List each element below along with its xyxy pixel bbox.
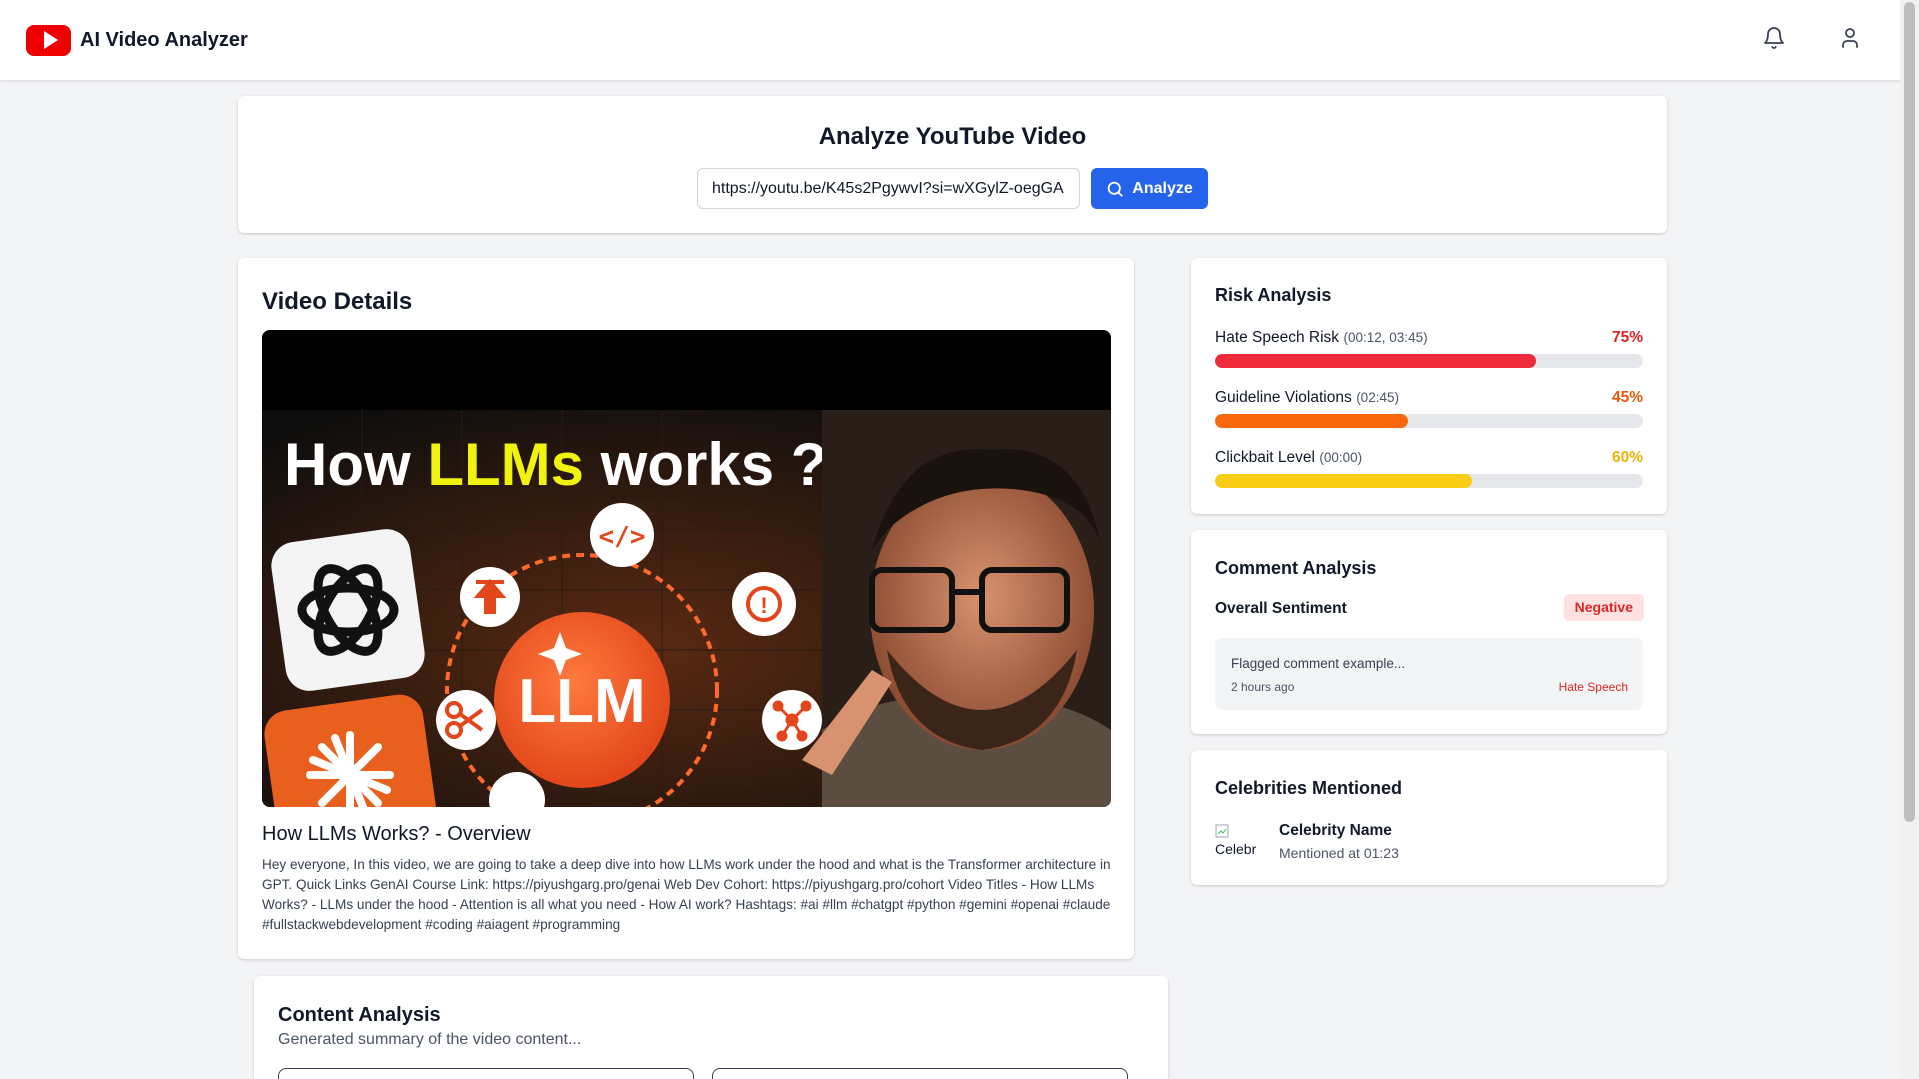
content-analysis-card: Content Analysis Generated summary of th… — [254, 976, 1168, 1079]
flagged-comment-time: 2 hours ago — [1231, 680, 1295, 694]
bell-icon[interactable] — [1762, 26, 1786, 50]
app-title: AI Video Analyzer — [80, 28, 248, 51]
svg-text:</>: </> — [599, 522, 646, 552]
search-icon — [1107, 181, 1123, 197]
svg-text:!: ! — [760, 593, 767, 618]
risk-percent: 60% — [1611, 449, 1643, 466]
risk-bar — [1215, 354, 1643, 368]
top-navbar: AI Video Analyzer — [0, 0, 1900, 80]
celebrity-mention-time: Mentioned at 01:23 — [1279, 845, 1399, 861]
risk-percent: 45% — [1611, 389, 1643, 406]
celebrities-card: Celebrities Mentioned Celebr Celebrity N… — [1191, 750, 1667, 885]
svg-text:LLM: LLM — [518, 667, 645, 736]
flagged-comment[interactable]: Flagged comment example... 2 hours ago H… — [1215, 638, 1643, 710]
video-title: How LLMs Works? - Overview — [262, 823, 531, 845]
thumbnail-art: How LLMs works ? LLM </> ! — [262, 330, 1111, 807]
risk-item: Clickbait Level (00:00) 60% — [1215, 449, 1643, 488]
risk-bar-fill — [1215, 414, 1408, 428]
flagged-comment-tag: Hate Speech — [1558, 680, 1628, 694]
sentiment-label: Overall Sentiment — [1215, 600, 1347, 617]
content-analysis-box — [278, 1068, 694, 1079]
risk-timestamps: (00:00) — [1319, 450, 1363, 465]
risk-bar-fill — [1215, 354, 1536, 368]
risk-bar-fill — [1215, 474, 1472, 488]
avatar: Celebr — [1215, 824, 1263, 872]
content-analysis-box — [712, 1068, 1128, 1079]
risk-bar — [1215, 414, 1643, 428]
video-details-card: Video Details How LLMs works ? LLM </> !… — [238, 258, 1134, 959]
scrollbar-thumb[interactable] — [1904, 2, 1915, 822]
content-analysis-title: Content Analysis — [278, 1004, 441, 1026]
svg-text:How LLMs works ?: How LLMs works ? — [284, 431, 827, 498]
risk-timestamps: (00:12, 03:45) — [1343, 330, 1428, 345]
risk-percent: 75% — [1611, 329, 1643, 346]
broken-image-icon — [1215, 824, 1229, 838]
risk-label: Guideline Violations — [1215, 389, 1352, 406]
risk-item: Hate Speech Risk (00:12, 03:45) 75% — [1215, 329, 1643, 368]
risk-analysis-title: Risk Analysis — [1215, 285, 1332, 305]
video-description: Hey everyone, In this video, we are goin… — [262, 857, 1111, 932]
flagged-comment-text: Flagged comment example... — [1231, 656, 1406, 671]
page-scrollbar[interactable] — [1900, 0, 1919, 1079]
content-analysis-subtitle: Generated summary of the video content..… — [278, 1031, 582, 1048]
celebrities-title: Celebrities Mentioned — [1215, 778, 1403, 798]
celebrity-name: Celebrity Name — [1279, 822, 1392, 839]
analyze-title: Analyze YouTube Video — [818, 123, 1087, 150]
comment-analysis-card: Comment Analysis Overall Sentiment Negat… — [1191, 530, 1667, 734]
risk-label: Clickbait Level — [1215, 449, 1315, 466]
analyze-button-label: Analyze — [1132, 179, 1193, 197]
risk-label: Hate Speech Risk — [1215, 329, 1340, 346]
video-details-title: Video Details — [262, 288, 413, 315]
risk-analysis-card: Risk Analysis Hate Speech Risk (00:12, 0… — [1191, 258, 1667, 514]
risk-item: Guideline Violations (02:45) 45% — [1215, 389, 1643, 428]
analyze-card: Analyze YouTube Video https://youtu.be/K… — [238, 96, 1667, 233]
risk-bar — [1215, 474, 1643, 488]
youtube-logo-icon[interactable] — [26, 24, 71, 56]
avatar-alt-text: Celebr — [1215, 841, 1257, 857]
sentiment-badge: Negative — [1563, 594, 1644, 621]
comment-analysis-title: Comment Analysis — [1215, 558, 1377, 578]
analyze-button[interactable]: Analyze — [1091, 168, 1208, 209]
user-icon[interactable] — [1838, 26, 1862, 50]
risk-timestamps: (02:45) — [1356, 390, 1399, 405]
video-thumbnail[interactable]: How LLMs works ? LLM </> ! — [262, 330, 1111, 807]
url-input[interactable]: https://youtu.be/K45s2PgywvI?si=wXGylZ-o… — [697, 168, 1080, 209]
